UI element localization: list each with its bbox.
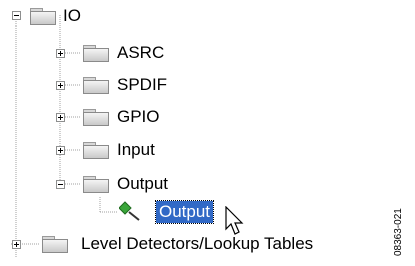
expand-gpio-icon[interactable] (56, 113, 65, 122)
folder-icon (83, 45, 109, 62)
output-block-icon (119, 201, 140, 221)
tree-item-level-detectors[interactable]: Level Detectors/Lookup Tables (78, 233, 316, 255)
tree-item-output-block[interactable]: Output (154, 200, 215, 224)
folder-icon (83, 77, 109, 94)
tree-item-input[interactable]: Input (114, 139, 158, 161)
tree-connector-lines (11, 14, 118, 257)
folder-icon (30, 8, 56, 25)
tree-view: IO ASRC SPDIF GPIO Input Output Output L… (0, 0, 415, 266)
folder-icon (83, 176, 109, 193)
tree-item-gpio[interactable]: GPIO (114, 106, 163, 128)
folder-icon (42, 236, 68, 253)
figure-id: 08363-021 (393, 208, 404, 256)
collapse-io-icon[interactable] (12, 11, 21, 20)
expand-asrc-icon[interactable] (56, 49, 65, 58)
tree-item-io[interactable]: IO (60, 5, 84, 27)
expand-spdif-icon[interactable] (56, 81, 65, 90)
tree-item-asrc[interactable]: ASRC (114, 42, 167, 64)
tree-item-output-folder[interactable]: Output (114, 173, 171, 195)
collapse-output-icon[interactable] (56, 180, 65, 189)
folder-icon (83, 109, 109, 126)
folder-icon (83, 142, 109, 159)
expand-input-icon[interactable] (56, 146, 65, 155)
tree-item-spdif[interactable]: SPDIF (114, 74, 170, 96)
mouse-pointer-icon (225, 206, 244, 235)
expand-level-detectors-icon[interactable] (12, 240, 21, 249)
